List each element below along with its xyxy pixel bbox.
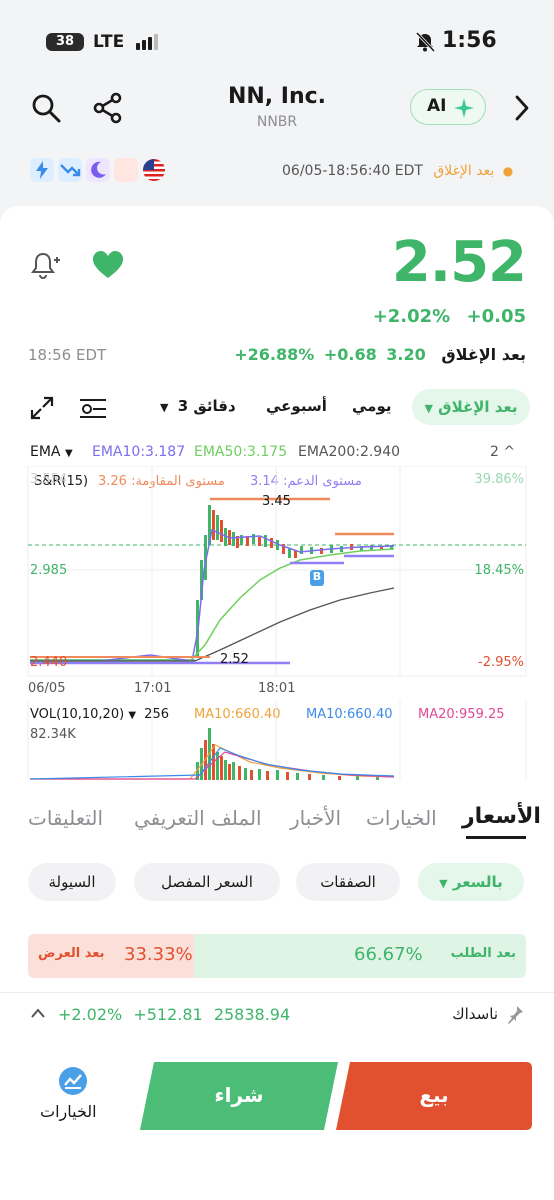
tab-daily[interactable]: يومي [352,388,392,424]
y-axis-low-left: 2.440 [30,655,68,670]
x-axis-label-3: 18:01 [258,681,296,696]
clock: 1:56 [442,28,497,53]
battery-indicator: 38 [46,33,84,51]
caret-down-icon: ▼ [439,877,448,890]
caret-down-icon: ▼ [424,402,433,415]
session-dot-icon: ● [502,164,514,178]
pin-icon[interactable] [506,1005,524,1025]
sparkle-icon [454,98,474,118]
x-axis-label-1: 06/05 [28,681,66,696]
favorite-heart-icon[interactable] [92,250,124,280]
bid-ask-ratio-bar: بعد العرض 33.33% 66.67% بعد الطلب [28,934,526,978]
ema200-line [30,587,395,662]
after-hours-pct: +26.88% [234,345,315,364]
tab-profile[interactable]: الملف التعريفي [134,806,262,830]
chip-trades[interactable]: الصفقات [296,863,400,901]
session-label: بعد الإغلاق [433,163,495,179]
quote-time: 18:56 EDT [28,346,107,364]
after-hours-row: +26.88% +0.68 3.20 بعد الإغلاق [234,345,526,364]
tab-comments[interactable]: التعليقات [28,806,103,830]
us-flag-icon [142,158,166,182]
ema-label: EMA [30,444,61,460]
bid-pct: 66.67% [354,944,423,965]
chip-by-price-label: بالسعر [452,873,503,891]
add-alert-icon[interactable] [28,248,62,282]
change-pct: +2.02% [372,306,451,327]
x-axis-label-2: 17:01 [134,681,172,696]
bid-label: بعد الطلب [450,946,516,961]
tab-prices[interactable]: الأسعار [462,804,541,829]
chevron-up-icon[interactable] [30,1007,46,1019]
session-pill-label: بعد الإغلاق [438,398,518,416]
volume-chart[interactable] [0,700,554,782]
index-value: 25838.94 [213,1005,291,1024]
price-change: +2.02% +0.05 [373,306,526,327]
chip-liquidity[interactable]: السيولة [28,863,116,901]
ema10-value: EMA10:3.187 [92,444,186,460]
session-status: 06/05-18:56:40 EDT بعد الإغلاق ● [282,163,513,179]
tab-news[interactable]: الأخبار [290,806,341,830]
ema-selector[interactable]: EMA ▼ [30,444,73,460]
chevron-right-icon[interactable] [512,94,532,122]
tab-weekly[interactable]: أسبوعي [266,388,327,424]
y-axis-mid-right: 18.45% [474,563,524,578]
indicator-collapse-toggle[interactable]: 2 ^ [490,444,515,460]
ema50-value: EMA50:3.175 [194,444,288,460]
buy-marker-label: B [312,570,322,583]
ema200-value: EMA200:2.940 [298,444,401,460]
caret-down-icon: ▼ [64,448,73,459]
status-bar: 38 LTE 1:56 [0,0,554,80]
last-price: 2.52 [391,230,527,295]
ai-assistant-button[interactable]: AI [410,89,486,125]
tab-options[interactable]: الخيارات [366,806,437,830]
ema10-line [30,528,395,662]
index-pct: +2.02% [58,1005,123,1024]
trend-down-badge-icon [58,158,82,182]
chart-settings-icon[interactable] [80,396,106,420]
signal-icon [136,34,158,50]
after-hours-price: 3.20 [386,345,426,364]
index-ticker-bar[interactable]: +2.02% +512.81 25838.94 ناسداك [0,992,554,1038]
chip-detailed-price[interactable]: السعر المفصل [134,863,280,901]
chart-high-annotation: 3.45 [262,494,291,509]
crescent-badge-icon [114,158,138,182]
network-type: LTE [93,32,125,52]
fullscreen-icon[interactable] [30,396,54,420]
active-tab-indicator [466,836,526,839]
chevron-up-icon: ^ [503,444,516,460]
options-button-label[interactable]: الخيارات [40,1102,97,1121]
change-abs: +0.05 [466,306,527,327]
after-hours-change: +0.68 [323,345,377,364]
index-name: ناسداك [452,1005,498,1023]
chart-low-annotation: 2.52 [220,652,249,667]
options-chart-icon[interactable] [58,1066,88,1096]
sell-button-label[interactable]: بيع [336,1083,532,1107]
collapse-count: 2 [490,444,499,460]
y-axis-top-right: 39.86% [474,472,524,487]
index-change: +512.81 [133,1005,203,1024]
index-quote: +2.02% +512.81 25838.94 [58,1005,290,1024]
y-axis-low-right: -2.95% [478,655,524,670]
lightning-badge-icon [30,158,54,182]
session-filter-pill[interactable]: ▼ بعد الإغلاق [412,389,530,425]
interval-selector[interactable]: ▼ 3 دقائق [160,388,236,424]
session-timestamp: 06/05-18:56:40 EDT [282,163,423,179]
ask-label: بعد العرض [38,946,105,961]
moon-badge-icon [86,158,110,182]
after-hours-label: بعد الإغلاق [441,345,526,364]
bell-muted-icon [415,31,436,53]
ema50-line [30,548,395,662]
y-axis-top-left: 3.554 [30,472,68,487]
ai-label: AI [427,96,447,116]
y-axis-mid-left: 2.985 [30,563,68,578]
candles [30,505,393,661]
buy-button-label[interactable]: شراء [140,1083,338,1107]
ask-pct: 33.33% [124,944,193,965]
chip-by-price[interactable]: ▼ بالسعر [418,863,524,901]
interval-label: 3 دقائق [177,397,236,415]
caret-down-icon: ▼ [160,401,169,414]
